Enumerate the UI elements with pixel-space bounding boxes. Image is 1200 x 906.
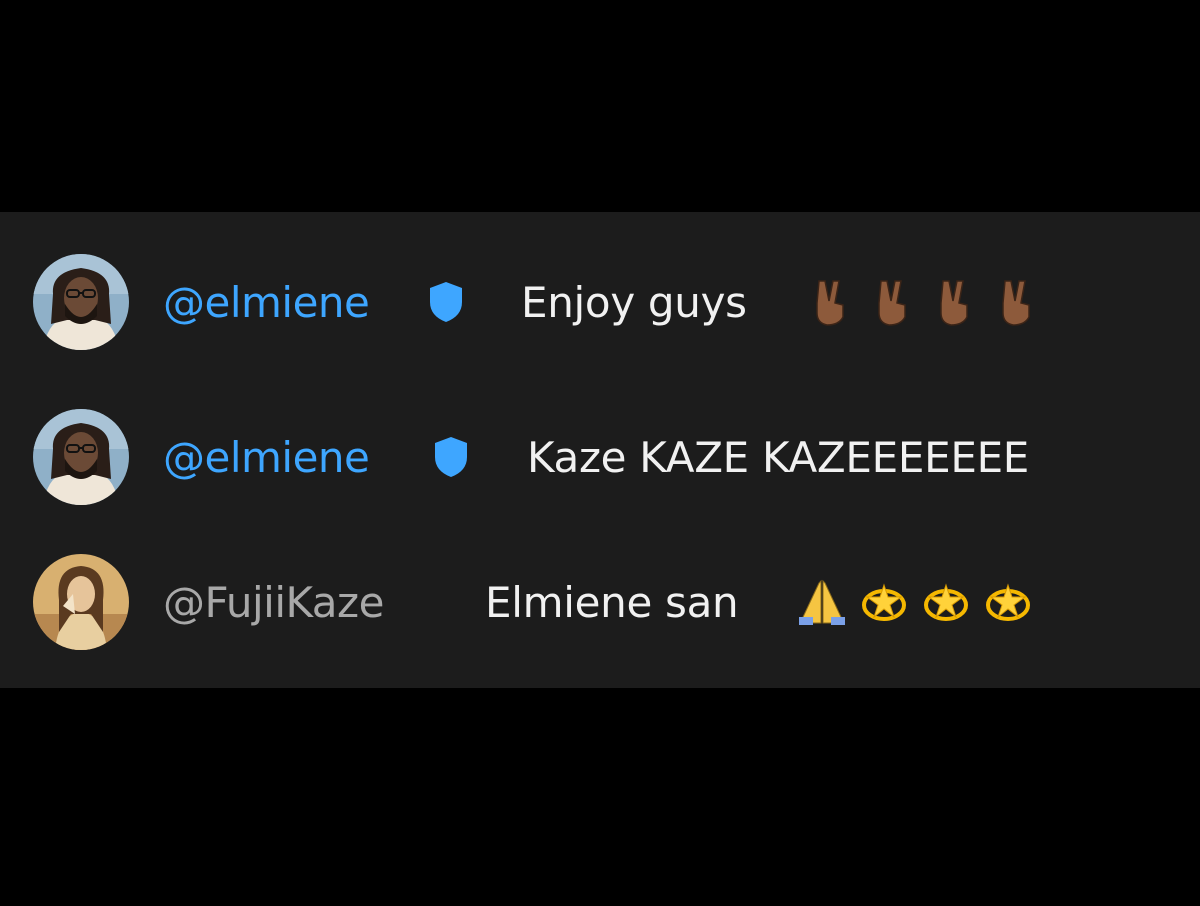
avatar[interactable] xyxy=(33,254,129,350)
victory-hand-icon xyxy=(1002,280,1030,326)
victory-hand-icon xyxy=(878,280,906,326)
chat-message: @elmiene Enjoy guys xyxy=(0,242,1200,362)
chat-message: @elmiene Kaze KAZE KAZEEEEEEE xyxy=(0,397,1200,517)
live-chat-panel: @elmiene Enjoy guys @elmiene Kaze KAZE K… xyxy=(0,212,1200,688)
victory-hand-icon xyxy=(816,280,844,326)
chat-message: @FujiiKaze Elmiene san xyxy=(0,542,1200,662)
dizzy-star-icon xyxy=(862,583,906,621)
moderator-shield-icon xyxy=(435,437,467,477)
emoji-group xyxy=(805,277,1041,327)
dizzy-star-icon xyxy=(986,583,1030,621)
victory-hand-icon xyxy=(940,280,968,326)
avatar[interactable] xyxy=(33,554,129,650)
dizzy-star-icon xyxy=(924,583,968,621)
folded-hands-icon xyxy=(799,579,845,625)
username[interactable]: @elmiene xyxy=(163,433,370,482)
message-text: Kaze KAZE KAZEEEEEEE xyxy=(527,432,1030,482)
username[interactable]: @elmiene xyxy=(163,278,370,327)
moderator-shield-icon xyxy=(430,282,462,322)
message-text: Elmiene san xyxy=(485,577,739,627)
message-text: Enjoy guys xyxy=(521,277,747,327)
username[interactable]: @FujiiKaze xyxy=(163,578,384,627)
avatar[interactable] xyxy=(33,409,129,505)
emoji-group xyxy=(797,577,1033,627)
